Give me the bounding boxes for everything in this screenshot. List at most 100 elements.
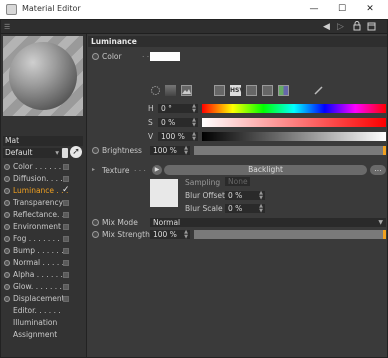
channel-checkbox[interactable] — [63, 200, 69, 206]
channel-item[interactable]: Diffusion. . . . — [1, 173, 87, 185]
channel-animate-radio[interactable] — [4, 296, 10, 302]
texture-menu-arrow[interactable]: ▶ — [152, 165, 162, 175]
channel-checkbox[interactable] — [63, 284, 69, 290]
channel-item[interactable]: Reflectance. . . — [1, 209, 87, 221]
eyedropper-icon[interactable] — [313, 85, 324, 96]
channel-animate-radio[interactable] — [4, 200, 10, 206]
channel-item[interactable]: Displacement — [1, 293, 87, 305]
hue-label: H — [148, 104, 154, 113]
channel-checkbox[interactable] — [63, 176, 69, 182]
blur-scale-field[interactable]: 0 % ▲ ▼ — [225, 204, 265, 213]
stepper-icon[interactable]: ▲ ▼ — [259, 204, 263, 214]
saturation-slider[interactable] — [202, 118, 386, 127]
pick-cursor-icon[interactable]: ➚ — [70, 146, 82, 158]
material-preview[interactable] — [3, 36, 83, 116]
forward-arrow-icon[interactable]: ▷ — [337, 21, 344, 33]
color-swatch[interactable] — [150, 52, 180, 61]
mix-strength-slider-knob[interactable] — [383, 230, 386, 239]
stepper-icon[interactable]: ▲ ▼ — [184, 230, 188, 240]
channel-item[interactable]: Alpha . . . . . . — [1, 269, 87, 281]
lock-icon[interactable] — [353, 21, 361, 33]
value-label: V — [148, 132, 154, 141]
brightness-field[interactable]: 100 % ▲ ▼ — [150, 146, 190, 155]
sampling-label: Sampling — [185, 178, 221, 187]
channel-item[interactable]: Environment — [1, 221, 87, 233]
channel-animate-radio[interactable] — [4, 188, 10, 194]
sampling-select[interactable]: None — [225, 177, 250, 186]
brightness-slider[interactable] — [194, 146, 386, 155]
mix-mode-animate-radio[interactable] — [92, 219, 99, 226]
channel-item[interactable]: Fog . . . . . . . — [1, 233, 87, 245]
kelvin-mode-icon[interactable] — [246, 85, 257, 96]
channel-checkbox[interactable] — [63, 236, 69, 242]
channel-checkbox[interactable] — [63, 224, 69, 230]
channel-item[interactable]: Color . . . . . . — [1, 161, 87, 173]
stepper-icon[interactable]: ▲ ▼ — [259, 191, 263, 201]
color-wheel-icon[interactable] — [150, 85, 161, 96]
menu-grip-icon[interactable]: ☰ — [4, 23, 12, 31]
close-button[interactable]: ✕ — [358, 2, 382, 16]
maximize-button[interactable]: ☐ — [330, 2, 354, 16]
color-animate-radio[interactable] — [92, 53, 99, 60]
editor-toolbar: ☰ ◀ ▷ — [1, 20, 387, 34]
value-slider[interactable] — [202, 132, 386, 141]
spectrum-icon[interactable] — [165, 85, 176, 96]
mix-strength-field[interactable]: 100 % ▲ ▼ — [150, 230, 190, 239]
stepper-icon[interactable]: ▲ ▼ — [192, 132, 196, 142]
blur-offset-field[interactable]: 0 % ▲ ▼ — [225, 191, 265, 200]
channel-checkbox[interactable] — [63, 212, 69, 218]
channel-item[interactable]: Illumination — [1, 317, 87, 329]
channel-item[interactable]: Editor. . . . . . — [1, 305, 87, 317]
channel-item[interactable]: Normal . . . . . — [1, 257, 87, 269]
channel-checkbox[interactable] — [63, 164, 69, 170]
channel-animate-radio[interactable] — [4, 272, 10, 278]
texture-file-button[interactable]: Backlight — [164, 165, 367, 175]
channel-animate-radio[interactable] — [4, 248, 10, 254]
channel-animate-radio[interactable] — [4, 212, 10, 218]
channel-item[interactable]: Luminance . . . ✓ — [1, 185, 87, 197]
channel-item[interactable]: Bump . . . . . . — [1, 245, 87, 257]
channel-checkbox[interactable] — [63, 296, 69, 302]
mix-strength-slider[interactable] — [194, 230, 386, 239]
brightness-value: 100 % — [153, 146, 177, 155]
stepper-icon[interactable]: ▲ ▼ — [192, 104, 196, 114]
channel-animate-radio[interactable] — [4, 224, 10, 230]
channel-animate-radio[interactable] — [4, 236, 10, 242]
back-arrow-icon[interactable]: ◀ — [323, 21, 330, 33]
channel-checkbox[interactable] — [63, 272, 69, 278]
saturation-field[interactable]: 0 % ▲ ▼ — [158, 118, 198, 127]
minimize-button[interactable]: — — [302, 2, 326, 16]
mix-mode-select[interactable]: Normal ▼ — [150, 218, 386, 227]
stepper-icon[interactable]: ▲ ▼ — [184, 146, 188, 156]
channel-animate-radio[interactable] — [4, 260, 10, 266]
channel-animate-radio[interactable] — [4, 176, 10, 182]
mix-strength-animate-radio[interactable] — [92, 231, 99, 238]
brightness-slider-knob[interactable] — [383, 146, 386, 155]
layout-option-button[interactable] — [62, 148, 68, 158]
layout-select[interactable]: Default ▾ — [3, 148, 61, 158]
channel-item[interactable]: Transparency — [1, 197, 87, 209]
checkmark-icon[interactable]: ✓ — [62, 184, 70, 196]
channel-animate-radio[interactable] — [4, 284, 10, 290]
brightness-label: Brightness — [102, 146, 142, 155]
brightness-animate-radio[interactable] — [92, 147, 99, 154]
swatches-icon[interactable] — [278, 85, 289, 96]
material-editor-frame: ☰ ◀ ▷ Mat Default ▾ ➚ Color . . . . . . D… — [0, 19, 388, 358]
mixer-mode-icon[interactable] — [262, 85, 273, 96]
texture-browse-button[interactable]: ... — [370, 165, 386, 175]
hue-slider[interactable] — [202, 104, 386, 113]
hue-field[interactable]: 0 ° ▲ ▼ — [158, 104, 198, 113]
channel-checkbox[interactable] — [63, 260, 69, 266]
material-name-field[interactable]: Mat — [3, 136, 83, 146]
value-field[interactable]: 100 % ▲ ▼ — [158, 132, 198, 141]
hsv-mode-icon[interactable]: HSV — [230, 85, 244, 96]
rgb-mode-icon[interactable] — [214, 85, 225, 96]
stepper-icon[interactable]: ▲ ▼ — [192, 118, 196, 128]
channel-item[interactable]: Glow. . . . . . . — [1, 281, 87, 293]
channel-item[interactable]: Assignment — [1, 329, 87, 341]
image-picker-icon[interactable] — [181, 85, 192, 96]
texture-expand-icon[interactable]: ▸ — [92, 166, 95, 173]
channel-animate-radio[interactable] — [4, 164, 10, 170]
channel-checkbox[interactable] — [63, 248, 69, 254]
new-window-icon[interactable] — [367, 21, 376, 33]
